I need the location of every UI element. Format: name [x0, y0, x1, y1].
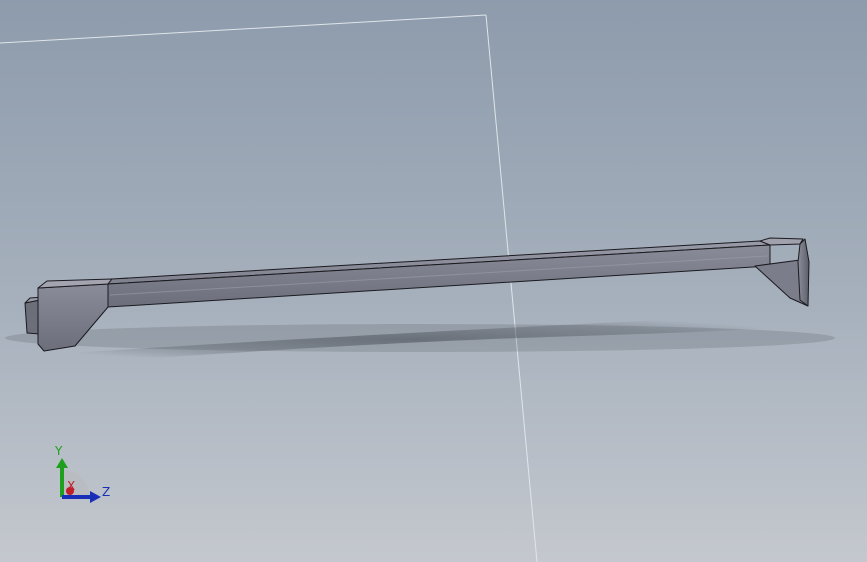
- z-axis-label: Z: [102, 485, 110, 499]
- orientation-triad: Y Z X: [54, 444, 110, 503]
- model-scene[interactable]: Y Z X: [0, 0, 867, 562]
- model-shadow: [5, 314, 835, 365]
- right-end-face: [797, 238, 810, 307]
- y-axis-label: Y: [54, 444, 63, 458]
- z-axis-arrow-icon: [90, 491, 101, 503]
- y-axis-arrow-icon: [56, 458, 68, 468]
- x-axis-label: X: [67, 479, 75, 493]
- graphics-viewport[interactable]: Y Z X: [0, 0, 867, 562]
- right-bracket-top: [759, 237, 804, 246]
